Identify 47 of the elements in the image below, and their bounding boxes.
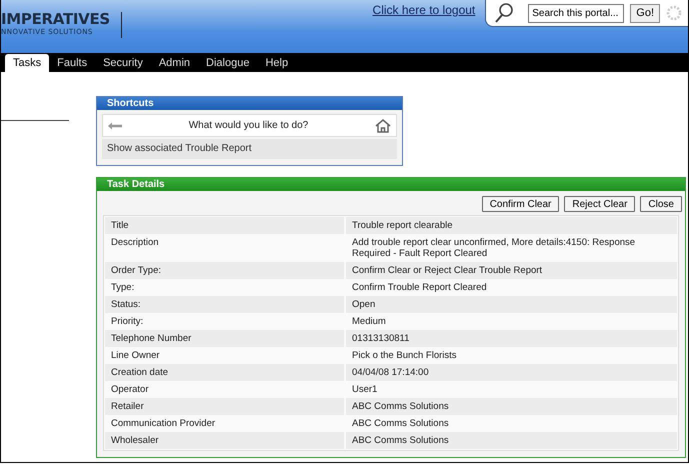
action-button[interactable]: Confirm Clear (482, 196, 560, 212)
nav-tab[interactable]: Faults (49, 54, 96, 72)
field-value: Pick o the Bunch Florists (351, 349, 458, 363)
field-label: Retailer (105, 398, 344, 415)
field-label: Description (110, 236, 160, 250)
field-label: Line Owner (110, 349, 161, 363)
field-value: Confirm Trouble Report Cleared (351, 281, 488, 295)
home-icon[interactable] (374, 118, 391, 132)
shortcut-item[interactable]: Show associated Trouble Report (102, 139, 397, 159)
logout-link[interactable]: Click here to logout (372, 3, 476, 17)
field-label: Title (105, 217, 344, 234)
field-value: ABC Comms Solutions (351, 417, 450, 431)
action-button[interactable]: Close (640, 196, 682, 212)
field-value: Trouble report clearable (346, 217, 677, 234)
panel-title: Task Details (97, 178, 685, 191)
search-icon (494, 2, 514, 24)
field-label: Status: (105, 296, 344, 313)
prompt-text: What would you like to do? (188, 120, 308, 131)
nav-tab[interactable]: Help (257, 54, 296, 72)
action-button[interactable]: Reject Clear (564, 196, 636, 212)
field-value: ABC Comms Solutions (346, 398, 677, 415)
field-label: Communication Provider (110, 417, 216, 431)
field-value: Medium (351, 315, 387, 329)
nav-tab[interactable]: Dialogue (198, 54, 258, 72)
field-label: Wholesaler (105, 432, 344, 449)
field-label: Creation date (105, 364, 344, 381)
panel-title: Shortcuts (97, 97, 402, 110)
field-label: Order Type: (105, 262, 344, 279)
search-field[interactable]: Search this portal... (528, 4, 624, 22)
field-label: Operator (110, 383, 150, 397)
nav-tab[interactable]: Security (95, 54, 151, 72)
field-value: Confirm Clear or Reject Clear Trouble Report (346, 262, 677, 279)
go-button[interactable]: Go! (630, 4, 660, 22)
field-value: 01313130811 (346, 330, 677, 347)
field-value: ABC Comms Solutions (346, 432, 677, 449)
field-value: Open (346, 296, 677, 313)
field-value: Add trouble report clear unconfirmed, More details:4150: Response Required - Fault Report Cleared (351, 236, 636, 261)
field-value: User1 (351, 383, 378, 397)
back-arrow-icon[interactable] (108, 122, 122, 130)
nav-tab[interactable]: Admin (150, 54, 198, 72)
field-value: 04/04/08 17:14:00 (346, 364, 677, 381)
field-label: Type: (110, 281, 136, 295)
logo-name: IMPERATIVES (1, 11, 110, 28)
field-label: Priority: (110, 315, 144, 329)
spinner-icon (666, 5, 682, 21)
field-label: Telephone Number (105, 330, 344, 347)
nav-tab[interactable]: Tasks (5, 54, 50, 72)
